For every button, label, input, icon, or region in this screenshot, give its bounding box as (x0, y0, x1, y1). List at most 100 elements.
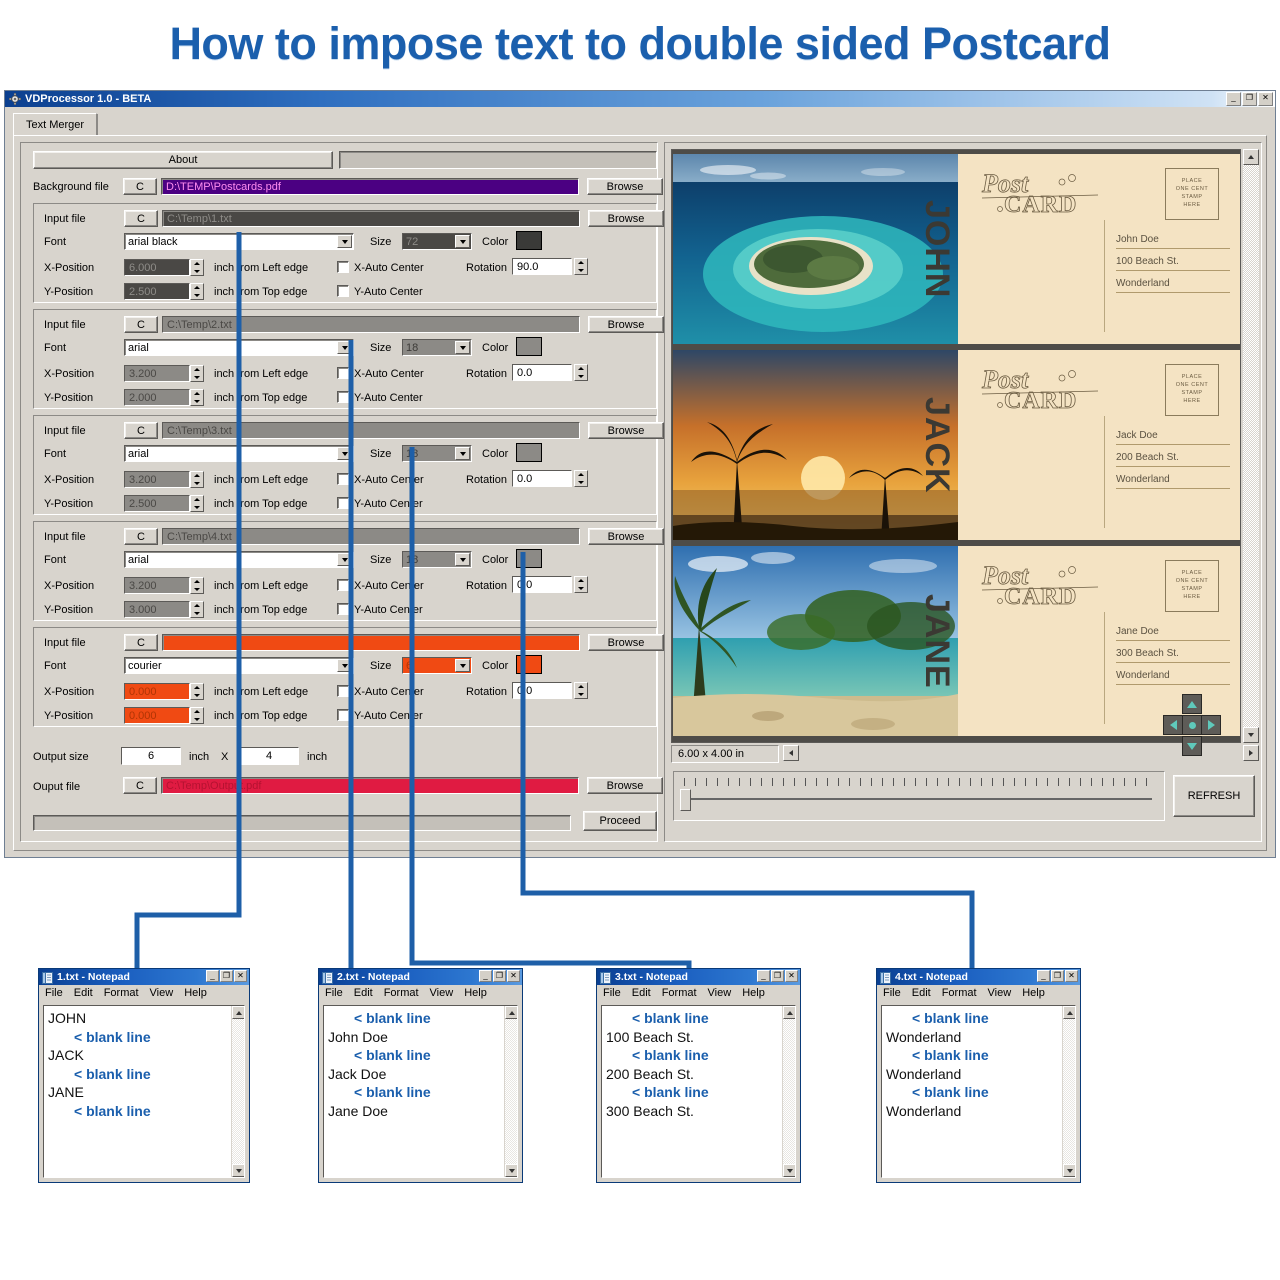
pan-dpad[interactable] (1163, 694, 1221, 756)
input-file-path[interactable] (162, 634, 580, 651)
rotation-input[interactable]: 90.0 (512, 258, 572, 275)
input-clear-button[interactable]: C (124, 528, 158, 545)
x-auto-center-checkbox[interactable] (337, 579, 349, 591)
scroll-down-button[interactable] (1243, 727, 1259, 743)
x-position-spinner[interactable] (190, 471, 204, 488)
background-browse-button[interactable]: Browse (587, 178, 663, 195)
notepad-close-button[interactable]: ✕ (785, 970, 798, 982)
rotation-input[interactable]: 0.0 (512, 682, 572, 699)
chevron-down-icon[interactable] (455, 341, 470, 354)
notepad-minimize-button[interactable]: _ (479, 970, 492, 982)
tab-text-merger[interactable]: Text Merger (13, 113, 98, 135)
y-position-input[interactable]: 0.000 (124, 707, 190, 724)
notepad-maximize-button[interactable]: ❐ (493, 970, 506, 982)
center-icon[interactable] (1182, 715, 1202, 735)
chevron-down-icon[interactable] (337, 553, 352, 566)
rotation-spinner[interactable] (574, 258, 588, 275)
postcard-preview[interactable]: JOHN Post CARD PLACE ONE CENT STAMP HERE… (671, 149, 1241, 743)
about-button[interactable]: About (33, 151, 333, 169)
scroll-down-button[interactable] (232, 1164, 244, 1177)
notepad-scrollbar[interactable] (231, 1006, 244, 1177)
menu-view[interactable]: View (988, 987, 1012, 999)
input-browse-button[interactable]: Browse (588, 634, 664, 651)
size-select[interactable]: 72 (402, 233, 472, 250)
color-swatch[interactable] (516, 655, 542, 674)
x-position-input[interactable]: 0.000 (124, 683, 190, 700)
menu-file[interactable]: File (325, 987, 343, 999)
menu-format[interactable]: Format (942, 987, 977, 999)
color-swatch[interactable] (516, 231, 542, 250)
right-arrow-icon[interactable] (1201, 715, 1221, 735)
notepad-minimize-button[interactable]: _ (757, 970, 770, 982)
input-clear-button[interactable]: C (124, 422, 158, 439)
size-select[interactable]: 18 (402, 445, 472, 462)
input-file-path[interactable]: C:\Temp\1.txt (162, 210, 580, 227)
zoom-slider[interactable] (673, 771, 1165, 821)
down-arrow-icon[interactable] (1182, 736, 1202, 756)
menu-file[interactable]: File (603, 987, 621, 999)
rotation-input[interactable]: 0.0 (512, 364, 572, 381)
font-select[interactable]: arial (124, 339, 354, 356)
rotation-spinner[interactable] (574, 470, 588, 487)
close-button[interactable]: ✕ (1258, 92, 1273, 106)
menu-edit[interactable]: Edit (912, 987, 931, 999)
color-swatch[interactable] (516, 337, 542, 356)
input-file-path[interactable]: C:\Temp\4.txt (162, 528, 580, 545)
chevron-down-icon[interactable] (337, 659, 352, 672)
y-position-input[interactable]: 2.000 (124, 389, 190, 406)
chevron-down-icon[interactable] (337, 235, 352, 248)
scroll-right-button[interactable] (1243, 745, 1259, 761)
x-auto-center-checkbox[interactable] (337, 367, 349, 379)
y-position-input[interactable]: 2.500 (124, 495, 190, 512)
y-position-spinner[interactable] (190, 495, 204, 512)
scrollbar-track[interactable] (1243, 165, 1259, 727)
chevron-down-icon[interactable] (455, 447, 470, 460)
y-auto-center-checkbox[interactable] (337, 497, 349, 509)
x-position-input[interactable]: 3.200 (124, 471, 190, 488)
y-auto-center-checkbox[interactable] (337, 603, 349, 615)
background-clear-button[interactable]: C (123, 178, 157, 195)
x-position-spinner[interactable] (190, 259, 204, 276)
input-browse-button[interactable]: Browse (588, 316, 664, 333)
output-clear-button[interactable]: C (123, 777, 157, 794)
input-file-path[interactable]: C:\Temp\2.txt (162, 316, 580, 333)
scroll-left-button[interactable] (783, 745, 799, 761)
rotation-spinner[interactable] (574, 364, 588, 381)
notepad-maximize-button[interactable]: ❐ (220, 970, 233, 982)
notepad-minimize-button[interactable]: _ (206, 970, 219, 982)
menu-format[interactable]: Format (104, 987, 139, 999)
notepad-scrollbar[interactable] (782, 1006, 795, 1177)
scroll-up-button[interactable] (1243, 149, 1259, 165)
output-file-path[interactable]: C:\Temp\Output.pdf (161, 777, 579, 794)
scroll-down-button[interactable] (1063, 1164, 1075, 1177)
refresh-button[interactable]: REFRESH (1173, 775, 1255, 817)
color-swatch[interactable] (516, 443, 542, 462)
x-auto-center-checkbox[interactable] (337, 473, 349, 485)
scroll-down-button[interactable] (505, 1164, 517, 1177)
left-arrow-icon[interactable] (1163, 715, 1183, 735)
notepad-maximize-button[interactable]: ❐ (771, 970, 784, 982)
output-width-input[interactable]: 6 (121, 747, 181, 765)
menu-view[interactable]: View (150, 987, 174, 999)
font-select[interactable]: arial black (124, 233, 354, 250)
notepad-maximize-button[interactable]: ❐ (1051, 970, 1064, 982)
menu-edit[interactable]: Edit (74, 987, 93, 999)
proceed-button[interactable]: Proceed (583, 811, 657, 831)
y-position-spinner[interactable] (190, 389, 204, 406)
input-clear-button[interactable]: C (124, 634, 158, 651)
menu-help[interactable]: Help (742, 987, 765, 999)
rotation-spinner[interactable] (574, 682, 588, 699)
scroll-up-button[interactable] (505, 1006, 517, 1019)
chevron-down-icon[interactable] (455, 553, 470, 566)
input-browse-button[interactable]: Browse (588, 210, 664, 227)
notepad-scrollbar[interactable] (504, 1006, 517, 1177)
notepad-scrollbar[interactable] (1062, 1006, 1075, 1177)
up-arrow-icon[interactable] (1182, 694, 1202, 714)
font-select[interactable]: courier (124, 657, 354, 674)
background-file-path[interactable]: D:\TEMP\Postcards.pdf (161, 178, 579, 195)
font-select[interactable]: arial (124, 551, 354, 568)
x-position-input[interactable]: 3.200 (124, 577, 190, 594)
menu-edit[interactable]: Edit (354, 987, 373, 999)
maximize-button[interactable]: ❐ (1242, 92, 1257, 106)
x-position-spinner[interactable] (190, 577, 204, 594)
